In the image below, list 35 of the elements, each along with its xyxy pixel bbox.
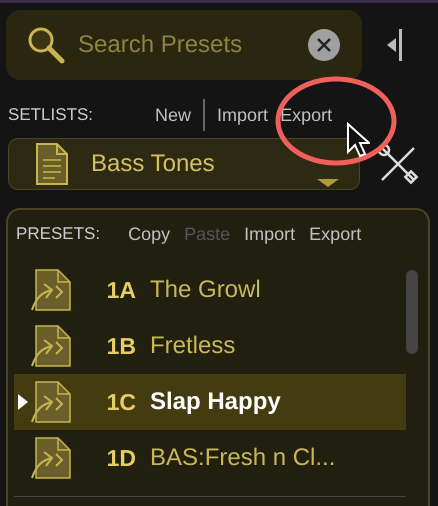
preset-file-icon bbox=[30, 436, 72, 480]
preset-row[interactable]: 1B Fretless bbox=[14, 318, 406, 374]
search-bar[interactable]: Search Presets bbox=[6, 10, 362, 80]
clear-icon[interactable] bbox=[308, 29, 340, 61]
preset-row[interactable]: 1C Slap Happy bbox=[14, 374, 406, 430]
preset-number: 1C bbox=[106, 388, 136, 416]
preset-name: Fretless bbox=[150, 332, 236, 360]
setlist-action-link[interactable]: New bbox=[149, 104, 198, 126]
preset-action-link[interactable]: Copy bbox=[124, 224, 174, 244]
setlist-action-link[interactable]: Export bbox=[274, 104, 338, 126]
preset-name: The Growl bbox=[150, 276, 261, 304]
preset-row[interactable]: 1A The Growl bbox=[14, 262, 406, 318]
cursor-icon bbox=[346, 122, 370, 158]
setlist-action-link[interactable]: Import bbox=[211, 104, 274, 126]
tools-icon[interactable] bbox=[376, 142, 420, 186]
preset-number: 1B bbox=[106, 332, 136, 360]
search-icon bbox=[26, 25, 66, 65]
presets-label: PRESETS: bbox=[16, 224, 100, 244]
scrollbar[interactable] bbox=[406, 270, 418, 354]
preset-action-link[interactable]: Import bbox=[240, 224, 300, 244]
document-icon bbox=[35, 142, 69, 186]
preset-name: BAS:Fresh n Cl... bbox=[150, 444, 336, 472]
preset-number: 1D bbox=[106, 444, 136, 472]
preset-row[interactable]: 1D BAS:Fresh n Cl... bbox=[14, 430, 406, 486]
preset-file-icon bbox=[30, 268, 72, 312]
preset-file-icon bbox=[30, 324, 72, 368]
setlists-label: SETLISTS: bbox=[8, 105, 94, 125]
preset-number: 1A bbox=[106, 276, 136, 304]
caret-icon bbox=[317, 179, 339, 187]
preset-action-link[interactable]: Export bbox=[305, 224, 366, 244]
preset-file-icon bbox=[30, 380, 72, 424]
pointer-icon bbox=[18, 394, 28, 410]
setlist-dropdown[interactable]: Bass Tones bbox=[8, 138, 360, 190]
preset-name: Slap Happy bbox=[150, 388, 281, 416]
search-field[interactable]: Search Presets bbox=[76, 30, 298, 60]
